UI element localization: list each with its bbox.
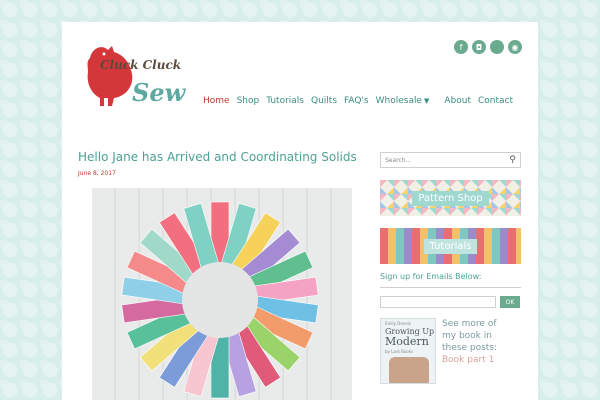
nav-quilts[interactable]: Quilts xyxy=(311,96,337,106)
divider xyxy=(380,287,521,288)
facebook-icon[interactable]: f xyxy=(454,40,468,54)
page-container: Cluck Cluck Sew f ◘ ◉ Home Shop Tutorial… xyxy=(62,22,538,400)
post-title[interactable]: Hello Jane has Arrived and Coordinating … xyxy=(78,150,357,164)
more-line2: my book in xyxy=(442,331,492,341)
book-title-line2: Modern xyxy=(385,335,429,348)
signup-title: Sign up for Emails Below: xyxy=(380,272,482,281)
fabric-wheel-image xyxy=(121,201,319,399)
social-links: f ◘ ◉ xyxy=(454,40,522,54)
book-author: by Lark Books xyxy=(385,349,414,354)
tutorials-label: Tutorials xyxy=(423,238,478,254)
book-promo: Emily Dennis Growing Up Modern by Lark B… xyxy=(380,318,521,384)
main-nav: Home Shop Tutorials Quilts FAQ's Wholesa… xyxy=(203,96,520,106)
book-cover[interactable]: Emily Dennis Growing Up Modern by Lark B… xyxy=(380,318,436,384)
post-date: June 8, 2017 xyxy=(78,170,116,177)
book-promo-text: See more of my book in these posts: Book… xyxy=(442,318,497,384)
logo-line1: Cluck Cluck xyxy=(100,58,182,72)
sidebar: Search... ⚲ Pattern Shop Tutorials Sign … xyxy=(380,152,521,384)
instagram-icon[interactable]: ◘ xyxy=(472,40,486,54)
nav-home[interactable]: Home xyxy=(203,96,230,106)
more-line3: these posts: xyxy=(442,343,498,353)
book-part-1-link[interactable]: Book part 1 xyxy=(442,354,497,366)
tutorials-banner[interactable]: Tutorials xyxy=(380,228,521,264)
nav-shop[interactable]: Shop xyxy=(237,96,260,106)
book-subtitle: Emily Dennis xyxy=(385,321,412,326)
logo-line2: Sew xyxy=(132,78,186,107)
chevron-down-icon: ▼ xyxy=(424,97,430,105)
pattern-shop-label: Pattern Shop xyxy=(412,190,489,206)
nav-wholesale-label: Wholesale xyxy=(375,96,423,106)
signup-form: OK xyxy=(380,296,521,308)
rss-icon[interactable]: ◉ xyxy=(508,40,522,54)
search-input[interactable]: Search... ⚲ xyxy=(380,152,521,168)
book-photo xyxy=(389,357,429,383)
nav-tutorials[interactable]: Tutorials xyxy=(266,96,304,106)
search-icon[interactable]: ⚲ xyxy=(509,155,516,165)
site-logo[interactable]: Cluck Cluck Sew xyxy=(82,40,192,112)
nav-contact[interactable]: Contact xyxy=(478,96,513,106)
signup-button[interactable]: OK xyxy=(500,296,520,308)
nav-faqs[interactable]: FAQ's xyxy=(344,96,369,106)
more-line1: See more of xyxy=(442,319,497,329)
post-image[interactable] xyxy=(92,188,352,400)
email-field[interactable] xyxy=(380,296,496,308)
pattern-shop-banner[interactable]: Pattern Shop xyxy=(380,180,521,216)
search-placeholder: Search... xyxy=(385,157,412,164)
nav-wholesale[interactable]: Wholesale ▼ xyxy=(376,96,430,106)
pinterest-icon[interactable] xyxy=(490,40,504,54)
nav-about[interactable]: About xyxy=(444,96,471,106)
